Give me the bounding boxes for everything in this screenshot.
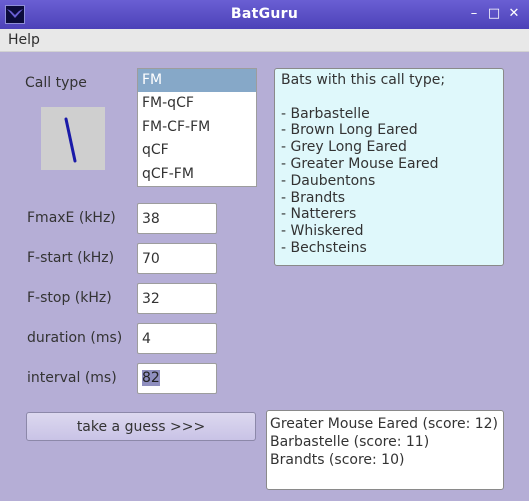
- list-item: - Greater Mouse Eared: [281, 155, 439, 172]
- call-type-option-qcf-fm[interactable]: qCF-FM: [138, 163, 256, 186]
- result-item: Barbastelle (score: 11): [270, 434, 430, 450]
- take-a-guess-button[interactable]: take a guess >>>: [26, 412, 256, 441]
- interval-input[interactable]: 82: [137, 363, 217, 394]
- list-item: - Brown Long Eared: [281, 122, 418, 139]
- duration-label: duration (ms): [27, 330, 123, 346]
- bats-list: - Barbastelle - Brown Long Eared - Grey …: [281, 106, 497, 257]
- bats-with-call-type-panel: Bats with this call type; - Barbastelle …: [274, 68, 504, 266]
- fmaxe-input[interactable]: [137, 203, 217, 234]
- list-item: - Natterers: [281, 206, 357, 223]
- interval-label: interval (ms): [27, 370, 117, 386]
- result-item: Greater Mouse Eared (score: 12): [270, 416, 499, 432]
- menu-help[interactable]: Help: [8, 32, 40, 48]
- call-type-option-fm[interactable]: FM: [138, 69, 256, 93]
- menu-bar: Help: [0, 29, 529, 52]
- fm-call-trace-icon: [64, 117, 77, 163]
- list-item: - Brandts: [281, 189, 345, 206]
- close-button[interactable]: ✕: [506, 6, 522, 22]
- results-panel: Greater Mouse Eared (score: 12) Barbaste…: [266, 410, 504, 490]
- interval-selected-text[interactable]: 82: [142, 370, 160, 386]
- call-type-option-qcf[interactable]: qCF: [138, 139, 256, 162]
- call-type-list[interactable]: FM FM-qCF FM-CF-FM qCF qCF-FM: [137, 68, 257, 187]
- list-item: - Daubentons: [281, 172, 376, 189]
- f-stop-label: F-stop (kHz): [27, 290, 112, 306]
- call-type-option-fm-qcf[interactable]: FM-qCF: [138, 92, 256, 115]
- maximize-button[interactable]: □: [486, 6, 502, 22]
- f-start-input[interactable]: [137, 243, 217, 274]
- f-start-label: F-start (kHz): [27, 250, 115, 266]
- fmaxe-label: FmaxE (kHz): [27, 210, 116, 226]
- result-item: Brandts (score: 10): [270, 452, 405, 468]
- list-item: - Grey Long Eared: [281, 139, 407, 156]
- title-bar[interactable]: BatGuru – □ ✕: [0, 0, 529, 29]
- bats-panel-heading: Bats with this call type;: [281, 72, 446, 88]
- duration-input[interactable]: [137, 323, 217, 354]
- call-type-option-fm-cf-fm[interactable]: FM-CF-FM: [138, 116, 256, 139]
- minimize-button[interactable]: –: [466, 6, 482, 22]
- call-type-label: Call type: [25, 75, 87, 91]
- f-stop-input[interactable]: [137, 283, 217, 314]
- window-title: BatGuru: [230, 6, 299, 22]
- call-type-preview: [41, 107, 105, 170]
- list-item: - Whiskered: [281, 223, 364, 240]
- list-item: - Barbastelle: [281, 105, 370, 122]
- list-item: - Bechsteins: [281, 239, 367, 256]
